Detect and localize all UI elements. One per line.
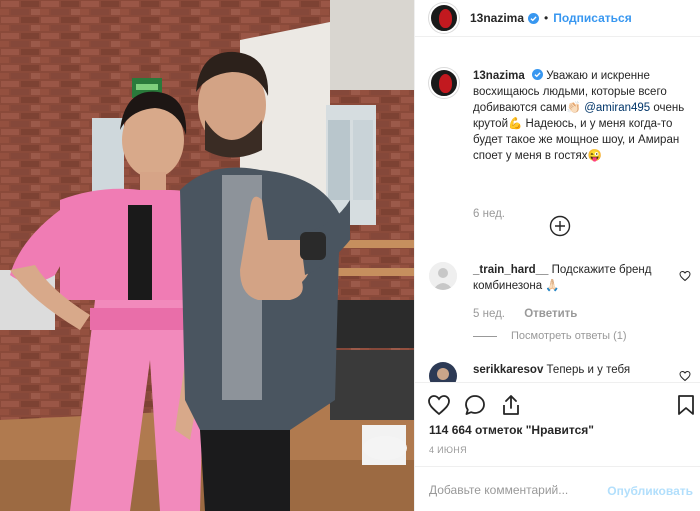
default-avatar-icon <box>429 262 457 290</box>
avatar[interactable] <box>429 3 459 33</box>
comments-list[interactable]: 13nazima Уважаю и искренне восхищаюсь лю… <box>415 54 700 382</box>
caption-avatar[interactable] <box>429 68 459 98</box>
comment-meta: 5 нед. Ответить <box>473 308 577 320</box>
publish-button[interactable]: Опубликовать <box>607 484 693 498</box>
load-more-icon[interactable] <box>549 215 571 237</box>
heart-icon[interactable] <box>679 370 691 382</box>
photo-illustration <box>0 0 414 511</box>
bookmark-icon[interactable] <box>674 393 698 417</box>
post-header: 13nazima • Подписаться <box>415 0 700 37</box>
share-icon[interactable] <box>499 393 523 417</box>
follow-button[interactable]: Подписаться <box>553 11 631 25</box>
heart-icon[interactable] <box>427 393 451 417</box>
header-dot: • <box>544 11 549 25</box>
comment-username[interactable]: serikkaresov <box>473 364 543 376</box>
header-username[interactable]: 13nazima <box>470 11 524 25</box>
comment-body: Теперь и у тебя <box>546 364 631 376</box>
caption-time[interactable]: 6 нед. <box>473 208 505 220</box>
comment-text: _train_hard__ Подскажите бренд комбинезо… <box>473 262 669 294</box>
verified-badge-icon <box>531 69 543 80</box>
avatar-photo <box>429 362 457 382</box>
comment-avatar[interactable] <box>429 262 457 290</box>
add-comment-section: Опубликовать <box>415 466 700 511</box>
comment-input[interactable] <box>429 480 609 500</box>
comment-icon[interactable] <box>463 393 487 417</box>
verified-badge-icon <box>528 12 540 24</box>
reply-button[interactable]: Ответить <box>524 308 577 320</box>
heart-icon[interactable] <box>679 270 691 282</box>
post-photo[interactable] <box>0 0 414 511</box>
comment-avatar[interactable] <box>429 362 457 382</box>
post-date[interactable]: 4 ИЮНЯ <box>429 445 467 455</box>
post-panel: 13nazima • Подписаться 13nazima Уважаю и… <box>414 0 700 511</box>
view-replies-button[interactable]: Посмотреть ответы (1) <box>473 330 627 342</box>
comment-text: serikkaresov Теперь и у тебя <box>473 362 669 378</box>
caption-mention-link[interactable]: @amiran495 <box>584 102 650 114</box>
post-actions <box>415 382 700 427</box>
caption-username[interactable]: 13nazima <box>473 70 525 82</box>
caption-text: 13nazima Уважаю и искренне восхищаюсь лю… <box>473 68 697 164</box>
comment-time[interactable]: 5 нед. <box>473 308 505 320</box>
comment-username[interactable]: _train_hard__ <box>473 264 548 276</box>
likes-count[interactable]: 114 664 отметок "Нравится" <box>429 423 594 437</box>
